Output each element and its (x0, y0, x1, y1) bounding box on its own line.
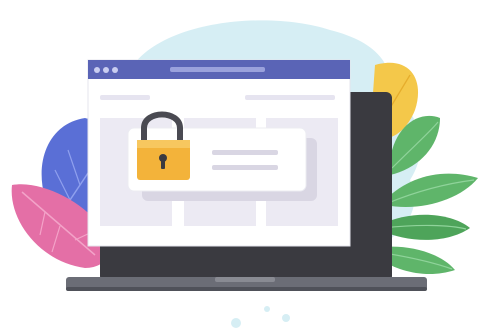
illustration (0, 0, 487, 334)
window-dot (103, 67, 109, 73)
decorative-bubbles (231, 306, 290, 328)
address-bar (170, 67, 265, 72)
window-dot (112, 67, 118, 73)
window-dot (94, 67, 100, 73)
